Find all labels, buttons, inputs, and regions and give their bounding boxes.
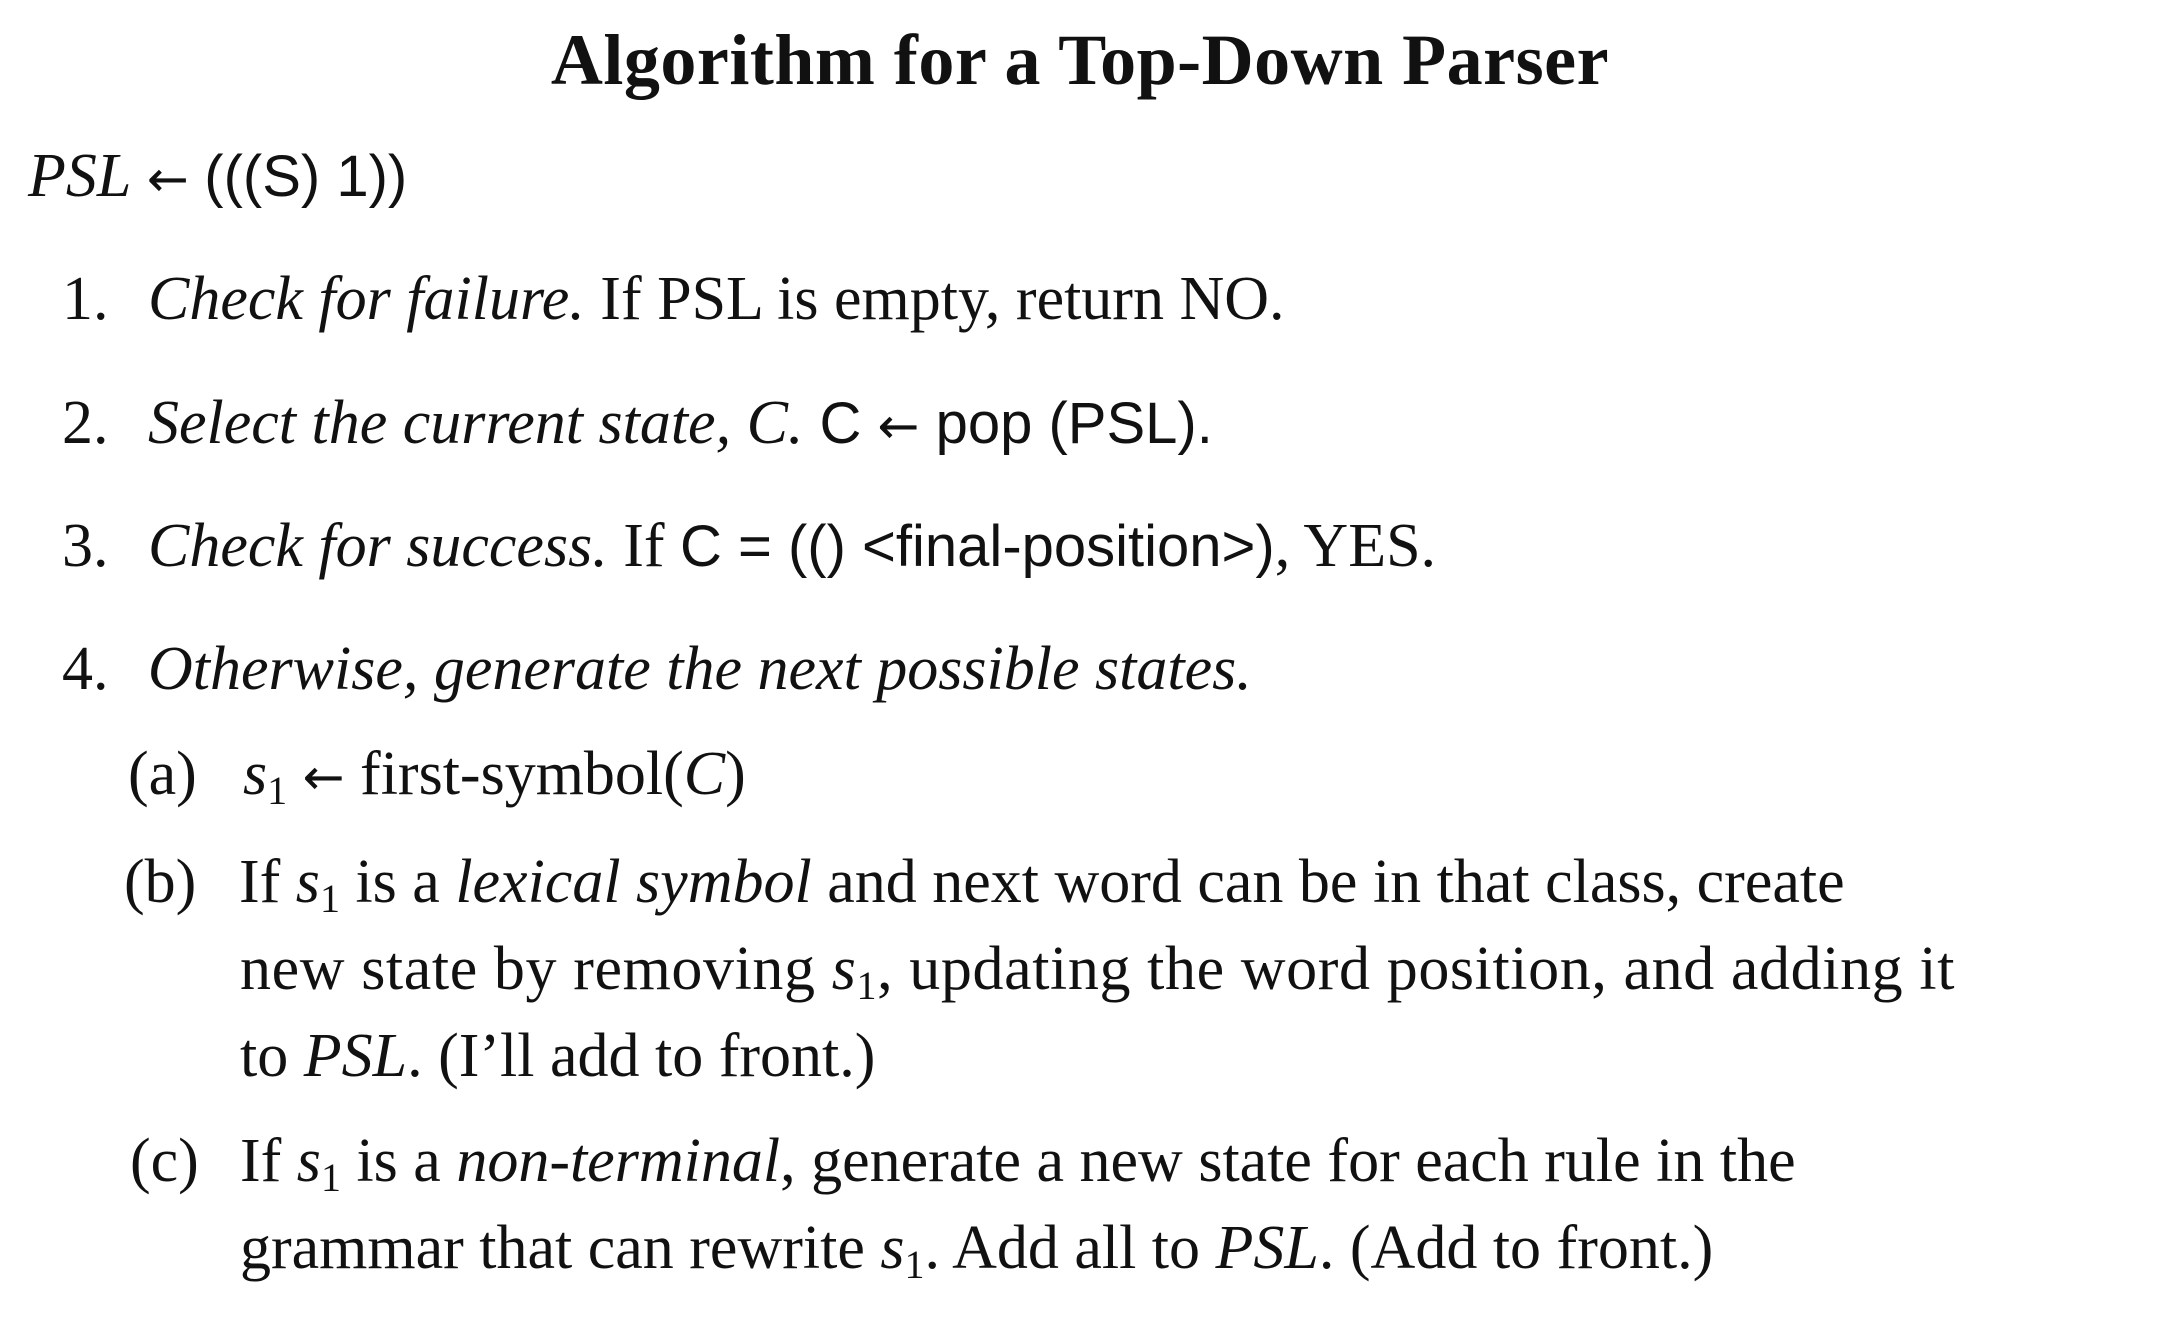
symbol-var: s [880, 1214, 905, 1282]
step-lead: Check for success. [148, 512, 608, 580]
symbol-var: s [296, 1127, 321, 1195]
step-2: 2. Select the current state, C. C ← pop (… [62, 387, 1213, 462]
step-1: 1. Check for failure. If PSL is empty, re… [62, 263, 1285, 335]
symbol-var: s [831, 935, 857, 1003]
substep-text: . (Add to front.) [1318, 1214, 1714, 1282]
step-lead: Select the current state, C. [148, 389, 804, 457]
symbol-subscript: 1 [904, 1242, 925, 1287]
current-state-var: C [803, 391, 878, 456]
substep-text: . (I’ll add to front.) [407, 1022, 876, 1090]
substep-label: (c) [130, 1127, 199, 1195]
substep-text: new state by removing [240, 935, 832, 1003]
symbol-subscript: 1 [267, 768, 288, 813]
symbol-var: s [295, 848, 320, 916]
step-number: 3. [62, 512, 109, 580]
assign-arrow-icon: ← [146, 150, 189, 208]
step-lead: Otherwise, generate the next possible st… [148, 635, 1252, 703]
substep-text: , generate a new state for each rule in … [780, 1127, 1796, 1195]
symbol-subscript: 1 [319, 876, 340, 921]
substep-label: (a) [128, 740, 197, 808]
slide: Algorithm for a Top-Down Parser PSL ← ((… [0, 0, 2160, 1336]
psl-var: PSL [28, 142, 132, 210]
substep-label: (b) [124, 848, 197, 916]
substep-c-line-1: (c) If s1 is a non-terminal, generate a n… [130, 1125, 1796, 1214]
substep-a: (a) s1 ← first-symbol(C) [128, 738, 746, 827]
pop-expression: pop (PSL). [919, 391, 1213, 456]
assign-arrow-icon: ← [877, 397, 920, 455]
assign-arrow-icon: ← [302, 748, 345, 806]
psl-init-value: (((S) 1)) [204, 144, 408, 209]
symbol-subscript: 1 [320, 1155, 341, 1200]
psl-var: PSL [1215, 1214, 1319, 1282]
step-4: 4. Otherwise, generate the next possible … [62, 633, 1252, 705]
emphasis: non-terminal [456, 1127, 781, 1195]
substep-text: If [240, 1127, 297, 1195]
substep-text: first-symbol( [344, 740, 684, 808]
state-var: C [683, 740, 726, 808]
substep-text: is a [339, 848, 456, 916]
substep-text: ) [725, 740, 746, 808]
step-text: If PSL is empty, return NO. [584, 265, 1285, 333]
emphasis: lexical symbol [455, 848, 812, 916]
substep-text: is a [340, 1127, 457, 1195]
symbol-var: s [243, 740, 268, 808]
substep-text: If [239, 848, 296, 916]
substep-text: and next word can be in that class, crea… [811, 848, 1845, 916]
substep-b-line-2: new state by removing s1, updating the w… [240, 933, 1955, 1022]
substep-b-line-1: (b) If s1 is a lexical symbol and next wo… [124, 846, 1845, 935]
slide-title: Algorithm for a Top-Down Parser [550, 20, 1610, 100]
success-condition: C = (() <final-position>) [680, 514, 1275, 579]
step-number: 1. [62, 265, 109, 333]
step-text: If [607, 512, 680, 580]
step-3: 3. Check for success. If C = (() <final-p… [62, 510, 1436, 583]
psl-init-line: PSL ← (((S) 1)) [28, 140, 407, 215]
psl-var: PSL [303, 1022, 408, 1090]
symbol-subscript: 1 [856, 963, 878, 1008]
step-number: 4. [62, 635, 109, 703]
substep-text: . Add all to [924, 1214, 1216, 1282]
substep-text: grammar that can rewrite [240, 1214, 881, 1282]
step-number: 2. [62, 389, 109, 457]
substep-text: , updating the word position, and adding… [877, 935, 1956, 1003]
substep-b-line-3: to PSL. (I’ll add to front.) [240, 1020, 875, 1092]
step-text: , YES. [1274, 512, 1437, 580]
substep-c-line-2: grammar that can rewrite s1. Add all to … [240, 1212, 1713, 1301]
substep-text: to [240, 1022, 304, 1090]
step-lead: Check for failure. [148, 265, 585, 333]
